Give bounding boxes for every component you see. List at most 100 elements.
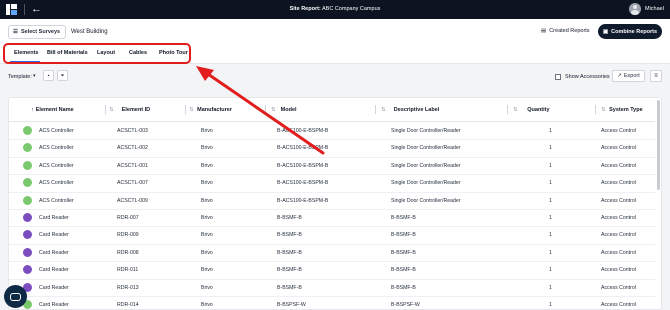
element-name-cell: Card Reader: [39, 232, 69, 239]
element-name-cell: Card Reader: [39, 267, 69, 274]
chevron-down-icon[interactable]: ▾: [33, 73, 36, 79]
element-id-cell: RDR-014: [117, 302, 139, 308]
sort-icon: ⇅: [601, 107, 606, 113]
column-header-element-id[interactable]: ⇅ Element ID: [109, 107, 150, 113]
element-id-cell: RDR-008: [117, 249, 139, 256]
column-header-model[interactable]: ⇅ Model: [271, 107, 297, 113]
system-type-cell: Access Control: [601, 128, 636, 134]
chat-button[interactable]: [4, 285, 27, 308]
element-type-icon: [23, 160, 32, 170]
quantity-cell: 1: [549, 302, 552, 308]
tabs-highlight-annotation: [3, 43, 191, 64]
element-type-icon: [23, 213, 32, 222]
system-type-cell: Access Control: [601, 145, 636, 152]
created-reports-button[interactable]: ▤ Created Reports: [541, 28, 590, 34]
quantity-cell: 1: [549, 215, 552, 221]
element-name-cell: Card Reader: [39, 215, 69, 221]
combine-reports-button[interactable]: ▣ Combine Reports: [598, 24, 662, 39]
table-row[interactable]: Card Reader RDR-013 Brivo B-BSMF-B B-BSMF-B 1…: [9, 280, 655, 297]
model-cell: B-ACS100-E-BSPM-B: [277, 197, 329, 204]
system-type-cell: Access Control: [601, 284, 636, 291]
table-row[interactable]: Card Reader RDR-007 Brivo B-BSMF-B B-BSMF-B 1…: [9, 210, 655, 228]
table-row[interactable]: Card Reader RDR-011 Brivo B-BSMF-B B-BSMF-B 1…: [9, 262, 655, 280]
table-row[interactable]: ACS Controller ACSCTL-009 Brivo B-ACS100-E-…: [9, 193, 655, 210]
descriptive-label-cell: Single Door Controller/Reader: [391, 162, 461, 169]
model-cell: B-BSMF-B: [277, 249, 302, 256]
table-header: ↑ Element Name ⇅ Element ID ⇅ Manufacture…: [9, 98, 655, 122]
sort-arrow-icon: ↑: [31, 107, 34, 113]
table-row[interactable]: Card Reader RDR-009 Brivo B-BSMF-B B-BSMF-B 1…: [9, 227, 655, 245]
element-id-cell: ACSCTL-007: [117, 180, 148, 187]
descriptive-label-cell: Single Door Controller/Reader: [391, 180, 461, 187]
manufacturer-cell: Brivo: [201, 284, 213, 291]
descriptive-label-cell: B-BSMF-B: [391, 232, 416, 239]
table-row[interactable]: ACS Controller ACSCTL-001 Brivo B-ACS100-E-…: [9, 158, 655, 176]
descriptive-label-cell: B-BSMF-B: [391, 284, 416, 291]
table-row[interactable]: ACS Controller ACSCTL-002 Brivo B-ACS100-E-…: [9, 140, 655, 158]
descriptive-label-cell: Single Door Controller/Reader: [391, 128, 461, 134]
manufacturer-cell: Brivo: [201, 128, 213, 134]
element-id-cell: RDR-007: [117, 215, 139, 221]
system-type-cell: Access Control: [601, 232, 636, 239]
top-bar: ← Site Report: ABC Company Campus Michae…: [0, 0, 670, 19]
element-type-icon: [23, 178, 32, 188]
system-type-cell: Access Control: [601, 267, 636, 274]
element-name-cell: ACS Controller: [39, 197, 74, 204]
element-id-cell: ACSCTL-009: [117, 197, 148, 204]
element-type-icon: [23, 195, 32, 205]
title-value: ABC Company Campus: [322, 6, 381, 12]
descriptive-label-cell: B-BSMF-B: [391, 267, 416, 274]
manufacturer-cell: Brivo: [201, 215, 213, 221]
export-icon: ↗: [617, 73, 622, 79]
combine-reports-label: Combine Reports: [611, 28, 658, 35]
export-button[interactable]: ↗ Export: [612, 70, 645, 82]
table-row[interactable]: Card Reader RDR-008 Brivo B-BSMF-B B-BSMF-B 1…: [9, 245, 655, 263]
table-row[interactable]: ACS Controller ACSCTL-007 Brivo B-ACS100-E-…: [9, 175, 655, 193]
avatar[interactable]: [629, 3, 641, 15]
building-name: West Building: [71, 29, 108, 35]
model-cell: B-BSMF-B: [277, 232, 302, 239]
descriptive-label-cell: Single Door Controller/Reader: [391, 197, 461, 204]
manufacturer-cell: Brivo: [201, 267, 213, 274]
column-header-system-type[interactable]: ⇅ System Type: [601, 107, 643, 113]
system-type-cell: Access Control: [601, 162, 636, 169]
quantity-cell: 1: [549, 284, 552, 291]
column-header-quantity[interactable]: ⇅ Quantity: [513, 107, 550, 113]
descriptive-label-cell: B-BSPSF-W: [391, 302, 420, 308]
manufacturer-cell: Brivo: [201, 249, 213, 256]
quantity-cell: 1: [549, 232, 552, 239]
filter-icon[interactable]: ⏷: [57, 70, 68, 81]
column-header-descriptive-label[interactable]: ⇅ Descriptive Label: [381, 107, 439, 113]
element-id-cell: ACSCTL-001: [117, 162, 148, 169]
chat-bubble-icon: [10, 292, 21, 301]
columns-menu-icon[interactable]: ≡: [650, 70, 662, 82]
show-accessories-checkbox[interactable]: [555, 74, 561, 80]
table-row[interactable]: ACS Controller ACSCTL-003 Brivo B-ACS100-E-…: [9, 123, 655, 141]
select-surveys-label: Select Surveys: [20, 29, 61, 35]
element-id-cell: RDR-011: [117, 267, 139, 274]
model-cell: B-BSMF-B: [277, 284, 302, 291]
export-label: Export: [623, 73, 640, 79]
manufacturer-cell: Brivo: [201, 197, 213, 204]
select-surveys-button[interactable]: ☰ Select Surveys: [8, 25, 66, 39]
table-row[interactable]: Card Reader RDR-014 Brivo B-BSPSF-W B-BSPSF-…: [9, 297, 655, 309]
system-type-cell: Access Control: [601, 215, 636, 221]
element-name-cell: ACS Controller: [39, 128, 74, 134]
document-icon: ▣: [602, 28, 609, 35]
column-header-manufacturer[interactable]: ⇅ Manufacturer: [189, 107, 232, 113]
element-name-cell: ACS Controller: [39, 180, 74, 187]
quantity-cell: 1: [549, 249, 552, 256]
table-toolbar: Template: ▾ ▪ ⏷ Show Accessories ↗ Expor…: [0, 64, 670, 89]
user-name[interactable]: Michael: [645, 6, 664, 12]
descriptive-label-cell: Single Door Controller/Reader: [391, 145, 461, 152]
elements-table: ↑ Element Name ⇅ Element ID ⇅ Manufacture…: [8, 97, 662, 310]
system-type-cell: Access Control: [601, 197, 636, 204]
quantity-cell: 1: [549, 180, 552, 187]
manufacturer-cell: Brivo: [201, 180, 213, 187]
save-icon[interactable]: ▪: [43, 70, 54, 81]
scrollbar[interactable]: [657, 100, 660, 190]
column-header-element-name[interactable]: ↑ Element Name: [31, 107, 74, 113]
manufacturer-cell: Brivo: [201, 302, 213, 308]
quantity-cell: 1: [549, 162, 552, 169]
element-name-cell: Card Reader: [39, 284, 69, 291]
